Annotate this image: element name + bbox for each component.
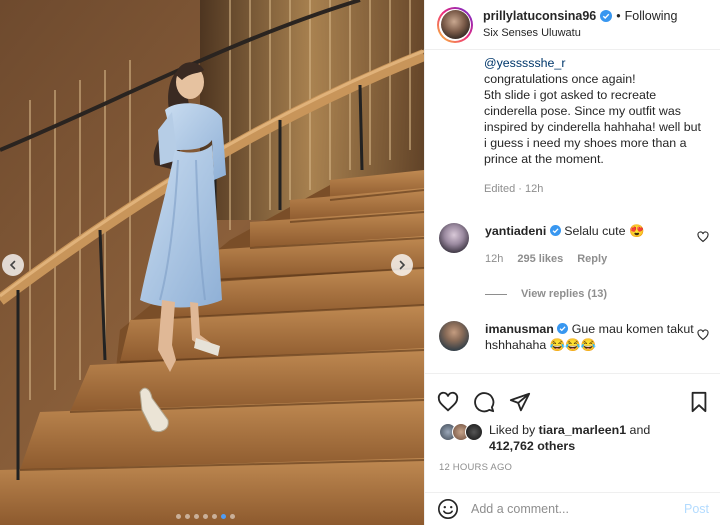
liker-username[interactable]: tiara_marleen1 <box>539 423 626 437</box>
commenter-username[interactable]: yantiadeni <box>485 224 546 238</box>
comment-time[interactable]: 12h <box>485 251 503 267</box>
save-bookmark-icon[interactable] <box>689 391 709 413</box>
like-heart-icon[interactable] <box>437 391 459 413</box>
post-caption: @yessssshe_r congratulations once again!… <box>425 51 720 167</box>
liker-avatars <box>439 423 483 441</box>
post-sidebar: prillylatuconsina96 • Following Six Sens… <box>424 0 720 525</box>
add-comment-input[interactable] <box>471 502 684 516</box>
caption-line-1: congratulations once again! <box>484 72 636 86</box>
comment-text: Selalu cute 😍 <box>564 224 645 238</box>
like-comment-heart-icon[interactable] <box>697 231 709 243</box>
comment-composer: Post <box>425 492 720 525</box>
verified-badge-icon <box>549 225 561 236</box>
caption-mention[interactable]: @yessssshe_r <box>484 56 565 70</box>
author-username[interactable]: prillylatuconsina96 <box>483 9 596 24</box>
commenter-avatar[interactable] <box>439 223 469 253</box>
likes-others-count[interactable]: 412,762 others <box>489 439 575 453</box>
previous-slide-button[interactable] <box>2 254 24 276</box>
carousel-dot <box>230 514 235 519</box>
photo-image <box>0 0 424 525</box>
comment-bubble-icon[interactable] <box>473 391 495 413</box>
carousel-dot <box>176 514 181 519</box>
carousel-dot <box>194 514 199 519</box>
verified-badge-icon <box>557 323 569 334</box>
comment-item: yantiadeni Selalu cute 😍 12h 295 likes R… <box>439 223 715 267</box>
reply-button[interactable]: Reply <box>577 251 607 267</box>
commenter-username[interactable]: imanusman <box>485 322 554 336</box>
caption-line-2: 5th slide i got asked to recreate cinder… <box>484 88 701 166</box>
post-header: prillylatuconsina96 • Following Six Sens… <box>425 0 720 50</box>
following-button[interactable]: Following <box>625 9 678 24</box>
post-photo[interactable] <box>0 0 424 525</box>
chevron-right-icon <box>399 260 406 270</box>
comment-likes[interactable]: 295 likes <box>517 251 563 267</box>
post-location[interactable]: Six Senses Uluwatu <box>483 26 677 41</box>
commenter-avatar[interactable] <box>439 321 469 351</box>
carousel-dot <box>221 514 226 519</box>
view-replies-button[interactable]: View replies (13) <box>485 288 607 300</box>
share-paper-plane-icon[interactable] <box>509 391 531 413</box>
likes-summary[interactable]: Liked by tiara_marleen1 and 412,762 othe… <box>425 420 720 454</box>
post-actions: Liked by tiara_marleen1 and 412,762 othe… <box>425 373 720 492</box>
author-avatar[interactable] <box>437 6 473 43</box>
post-comment-button[interactable]: Post <box>684 502 709 516</box>
chevron-left-icon <box>9 260 16 270</box>
comments-section[interactable]: @yessssshe_r congratulations once again!… <box>425 51 720 373</box>
post-timestamp[interactable]: 12 HOURS AGO <box>425 454 720 473</box>
next-slide-button[interactable] <box>391 254 413 276</box>
carousel-dot <box>203 514 208 519</box>
comment-item: imanusman Gue mau komen takut hshhahaha … <box>439 321 715 353</box>
caption-edited-time: Edited · 12h <box>484 183 544 195</box>
like-comment-heart-icon[interactable] <box>697 329 709 341</box>
carousel-indicator <box>176 514 235 519</box>
emoji-smiley-icon[interactable] <box>437 498 459 520</box>
verified-badge-icon <box>600 10 613 22</box>
author-avatar-image <box>440 10 470 39</box>
carousel-dot <box>212 514 217 519</box>
carousel-dot <box>185 514 190 519</box>
